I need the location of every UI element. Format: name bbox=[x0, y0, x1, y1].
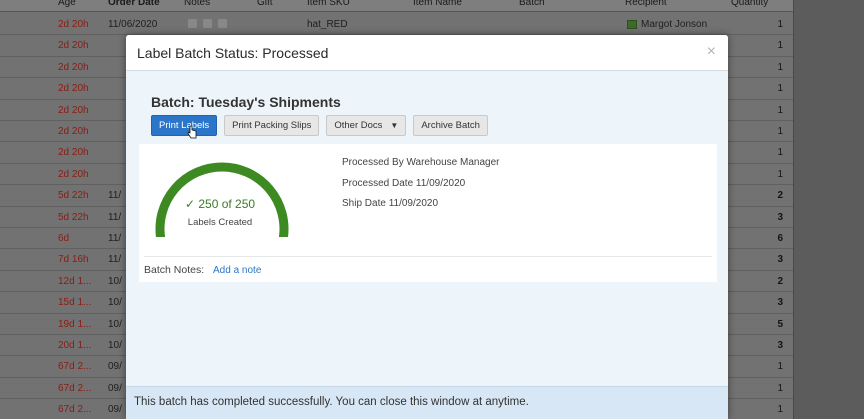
label-batch-modal: Label Batch Status: Processed × Batch: T… bbox=[126, 35, 728, 419]
row-quantity: 1 bbox=[777, 382, 783, 394]
col-gift[interactable]: Gift bbox=[257, 0, 273, 8]
recipient-name: Margot Jonson bbox=[641, 19, 708, 30]
note-icons bbox=[188, 19, 227, 28]
row-order-date: 09/ bbox=[108, 361, 122, 373]
row-age: 2d 20h bbox=[58, 40, 89, 52]
row-age: 20d 1... bbox=[58, 340, 92, 351]
print-labels-button[interactable]: Print Labels bbox=[151, 115, 218, 136]
first-row-sku: hat_RED bbox=[307, 19, 348, 30]
row-quantity: 3 bbox=[777, 254, 783, 266]
recipient-flag-icon bbox=[627, 20, 637, 29]
gauge-value-text: 250 of 250 bbox=[198, 197, 256, 211]
row-age: 2d 20h bbox=[58, 104, 89, 116]
col-age[interactable]: Age bbox=[58, 0, 76, 8]
comment-icon bbox=[203, 19, 212, 28]
row-order-date: 11/06/2020 bbox=[108, 19, 158, 30]
col-item-sku[interactable]: Item SKU bbox=[307, 0, 350, 8]
row-age: 2d 20h bbox=[58, 126, 89, 137]
row-age: 19d 1... bbox=[58, 318, 92, 330]
row-quantity: 2 bbox=[777, 190, 783, 202]
archive-batch-button[interactable]: Archive Batch bbox=[413, 115, 488, 136]
col-batch[interactable]: Batch bbox=[519, 0, 545, 8]
first-row-recipient: Margot Jonson bbox=[627, 19, 707, 30]
doc-icon bbox=[218, 19, 227, 28]
row-age: 67d 2... bbox=[58, 361, 92, 373]
row-quantity: 1 bbox=[777, 40, 783, 52]
col-order-date[interactable]: Order Date bbox=[108, 0, 160, 8]
row-age: 2d 20h bbox=[58, 61, 89, 73]
modal-footer: This batch has completed successfully. Y… bbox=[126, 386, 728, 419]
row-age: 2d 20h bbox=[58, 19, 89, 30]
caret-down-icon: ▼ bbox=[390, 121, 399, 130]
other-docs-label: Other Docs bbox=[334, 120, 383, 131]
batch-title: Batch: Tuesday's Shipments bbox=[151, 94, 341, 110]
other-docs-dropdown[interactable]: Other Docs ▼ bbox=[326, 115, 407, 136]
col-recipient[interactable]: Recipient bbox=[625, 0, 667, 8]
row-age: 2d 20h bbox=[58, 147, 89, 159]
modal-header: Label Batch Status: Processed × bbox=[126, 35, 728, 71]
row-age: 12d 1... bbox=[58, 275, 92, 287]
processed-by: Processed By Warehouse Manager bbox=[342, 157, 500, 168]
row-order-date: 10/ bbox=[108, 340, 122, 351]
grid-header: Age Order Date Notes Gift Item SKU Item … bbox=[0, 0, 864, 12]
check-icon: ✓ bbox=[184, 197, 195, 211]
gauge-label: Labels Created bbox=[187, 217, 253, 228]
row-age: 5d 22h bbox=[58, 211, 89, 223]
row-quantity: 1 bbox=[777, 404, 783, 416]
row-age: 2d 20h bbox=[58, 168, 89, 180]
batch-toolbar: Print Labels Print Packing Slips Other D… bbox=[151, 115, 488, 136]
row-order-date: 11/ bbox=[108, 233, 122, 244]
row-quantity: 3 bbox=[777, 297, 783, 309]
batch-status-panel: ✓ 250 of 250 Labels Created Processed By… bbox=[139, 144, 717, 282]
row-quantity: 1 bbox=[777, 361, 783, 373]
row-order-date: 09/ bbox=[108, 404, 122, 416]
row-order-date: 11/ bbox=[108, 254, 122, 266]
row-age: 6d bbox=[58, 233, 70, 244]
batch-notes-label: Batch Notes: bbox=[144, 264, 205, 276]
footer-message: This batch has completed successfully. Y… bbox=[134, 396, 529, 408]
add-note-link[interactable]: Add a note bbox=[213, 265, 261, 276]
row-quantity: 1 bbox=[777, 83, 783, 95]
row-quantity: 3 bbox=[777, 211, 783, 223]
row-quantity: 5 bbox=[777, 318, 783, 330]
row-quantity: 1 bbox=[777, 126, 783, 137]
row-order-date: 10/ bbox=[108, 297, 122, 309]
gauge-value: ✓ 250 of 250 bbox=[170, 197, 270, 211]
divider bbox=[144, 256, 712, 257]
print-packing-slips-button[interactable]: Print Packing Slips bbox=[224, 115, 320, 136]
row-order-date: 10/ bbox=[108, 318, 122, 330]
processed-date: Processed Date 11/09/2020 bbox=[342, 178, 466, 189]
col-quantity[interactable]: Quantity bbox=[731, 0, 768, 8]
row-age: 15d 1... bbox=[58, 297, 92, 309]
row-quantity: 1 bbox=[777, 19, 783, 30]
row-age: 2d 20h bbox=[58, 83, 89, 95]
col-notes[interactable]: Notes bbox=[184, 0, 210, 8]
row-quantity: 1 bbox=[777, 147, 783, 159]
row-age: 67d 2... bbox=[58, 382, 92, 394]
row-quantity: 2 bbox=[777, 275, 783, 287]
row-quantity: 3 bbox=[777, 340, 783, 351]
hand-cursor-icon bbox=[187, 125, 197, 139]
col-item-name[interactable]: Item Name bbox=[413, 0, 462, 8]
close-button[interactable]: × bbox=[707, 43, 716, 61]
row-order-date: 09/ bbox=[108, 382, 122, 394]
ship-date: Ship Date 11/09/2020 bbox=[342, 198, 439, 209]
row-age: 67d 2... bbox=[58, 404, 92, 416]
row-order-date: 10/ bbox=[108, 275, 122, 287]
right-gutter bbox=[793, 0, 864, 419]
edit-icon bbox=[188, 19, 197, 28]
row-order-date: 11/ bbox=[108, 211, 122, 223]
modal-title: Label Batch Status: Processed bbox=[137, 45, 329, 61]
row-order-date: 11/ bbox=[108, 190, 122, 202]
row-quantity: 1 bbox=[777, 104, 783, 116]
row-quantity: 1 bbox=[777, 168, 783, 180]
row-quantity: 1 bbox=[777, 61, 783, 73]
row-age: 7d 16h bbox=[58, 254, 89, 266]
row-age: 5d 22h bbox=[58, 190, 89, 202]
row-quantity: 6 bbox=[777, 233, 783, 244]
